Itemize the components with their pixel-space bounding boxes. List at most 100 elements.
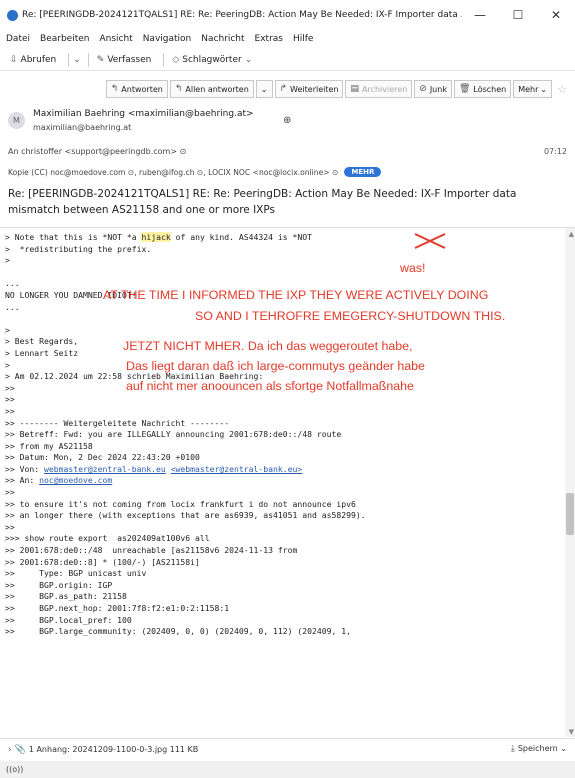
annotation-line: auf nicht mer anoouncen als sfortge Notf… xyxy=(126,379,414,393)
body-line: > xyxy=(5,255,10,266)
scrollbar-thumb[interactable] xyxy=(566,493,574,535)
highlighted-word: hijack xyxy=(141,232,171,242)
save-attachment-button[interactable]: ⤓ Speichern ⌄ xyxy=(511,744,567,754)
scroll-up-icon[interactable]: ▲ xyxy=(569,230,574,238)
sync-icon: ⇩ xyxy=(10,54,18,65)
delete-button[interactable]: 🗑 Löschen xyxy=(453,80,512,98)
avatar: M xyxy=(8,112,25,129)
body-line: >> Datum: Mon, 2 Dec 2024 22:43:20 +0100 xyxy=(5,452,200,463)
archive-button[interactable]: ▤ Archivieren xyxy=(345,80,413,98)
body-line: >> BGP.large_community: (202409, 0, 0) (… xyxy=(5,626,351,637)
body-line: >> BGP.origin: IGP xyxy=(5,579,113,590)
main-toolbar: ⇩ Abrufen ⌄ ✎ Verfassen ◇ Schlagwörter ⌄ xyxy=(0,49,575,71)
body-line: ... xyxy=(5,278,20,289)
body-line: >> xyxy=(5,487,15,498)
more-button[interactable]: Mehr ⌄ xyxy=(513,80,553,98)
body-line: > Best Regards, xyxy=(5,336,79,347)
body-line: >> xyxy=(5,405,15,416)
menu-nachricht[interactable]: Nachricht xyxy=(201,34,244,44)
body-line: > *redistributing the prefix. xyxy=(5,243,152,254)
email-link[interactable]: webmaster@zentral-bank.eu xyxy=(44,464,166,474)
delete-label: Löschen xyxy=(473,84,507,94)
annotation-line: AT THE TIME I INFORMED THE IXP THEY WERE… xyxy=(103,288,489,302)
email-link[interactable]: noc@moedove.com xyxy=(39,475,112,485)
sender-name[interactable]: Maximilian Baehring <maximilian@baehring… xyxy=(33,109,254,119)
sender-block: M Maximilian Baehring <maximilian@baehri… xyxy=(8,106,448,138)
body-line: ... xyxy=(5,301,20,312)
download-icon: ⤓ xyxy=(510,744,515,754)
menu-bar: Datei Bearbeiten Ansicht Navigation Nach… xyxy=(0,31,575,47)
maximize-button[interactable]: ☐ xyxy=(499,0,537,30)
get-messages-button[interactable]: ⇩ Abrufen xyxy=(6,53,60,67)
body-line: >> an longer there (with exceptions that… xyxy=(5,510,366,521)
tags-button[interactable]: ◇ Schlagwörter ⌄ xyxy=(168,53,259,67)
status-bar: ((o)) xyxy=(0,761,575,778)
more-label: Mehr xyxy=(518,84,539,94)
recipient-cc: Kopie (CC) noc@moedove.com ⊙, ruben@ifog… xyxy=(8,166,568,178)
chevron-down-icon: ⌄ xyxy=(244,54,253,65)
body-line: > Lennart Seitz xyxy=(5,347,79,358)
chevron-down-icon[interactable]: ⌄ xyxy=(73,55,81,65)
compose-label: Verfassen xyxy=(107,54,152,65)
scrollbar[interactable]: ▲ ▼ xyxy=(565,228,575,737)
menu-extras[interactable]: Extras xyxy=(255,34,283,44)
paperclip-icon: 📎 xyxy=(14,744,26,755)
body-line: >> An: xyxy=(5,475,40,486)
star-icon[interactable]: ☆ xyxy=(557,83,567,96)
body-line: >> to ensure it's not coming from locix … xyxy=(5,498,356,509)
body-line: > xyxy=(5,324,10,335)
message-body[interactable]: > Note that this is *NOT *a hijack of an… xyxy=(0,227,575,737)
reply-icon: ↰ xyxy=(110,84,119,94)
archive-icon: ▤ xyxy=(350,84,359,94)
body-line: >> 2001:678:de0::/48 unreachable [as2115… xyxy=(5,545,298,556)
body-line: > Note that this is *NOT *a xyxy=(5,232,142,242)
toolbar-divider xyxy=(163,52,165,67)
body-line: >> BGP.next_hop: 2001:7f8:f2:e1:0:2:1158… xyxy=(5,603,230,613)
body-line: >> xyxy=(5,382,15,393)
body-line: >> Von: xyxy=(5,463,44,474)
body-line: >> -------- Weitergeleitete Nachricht --… xyxy=(5,417,230,428)
compose-button[interactable]: ✎ Verfassen xyxy=(93,53,156,67)
title-bar: Re: [PEERINGDB-2024121TQALS1] RE: Re: Pe… xyxy=(0,0,575,30)
attachment-label[interactable]: 1 Anhang: 20241209-1100-0-3.jpg 111 KB xyxy=(29,745,198,754)
recipient-to[interactable]: An christoffer <support@peeringdb.com> ⊙ xyxy=(8,147,568,159)
reply-dropdown-button[interactable]: ⌄ xyxy=(255,80,273,98)
reply-button[interactable]: ↰ Antworten xyxy=(105,80,168,98)
body-line: > xyxy=(5,359,10,370)
minimize-button[interactable]: — xyxy=(461,0,499,30)
body-line: >> BGP.local_pref: 100 xyxy=(5,614,132,625)
message-header-toolbar: ↰ Antworten ↰ Allen antworten ⌄ ↱ Weiter… xyxy=(0,79,575,99)
scroll-down-icon[interactable]: ▼ xyxy=(569,728,574,736)
pencil-icon: ✎ xyxy=(96,54,105,65)
junk-button[interactable]: ⊘ Junk xyxy=(414,80,452,98)
menu-navigation[interactable]: Navigation xyxy=(143,34,192,44)
chevron-right-icon[interactable]: › xyxy=(8,745,12,755)
get-messages-label: Abrufen xyxy=(20,54,57,65)
reply-all-button[interactable]: ↰ Allen antworten xyxy=(169,80,254,98)
menu-hilfe[interactable]: Hilfe xyxy=(293,34,313,44)
reply-all-icon: ↰ xyxy=(174,84,183,94)
email-link[interactable]: <webmaster@zentral-bank.eu> xyxy=(171,464,303,474)
menu-ansicht[interactable]: Ansicht xyxy=(99,34,132,44)
window-title: Re: [PEERINGDB-2024121TQALS1] RE: Re: Pe… xyxy=(22,10,462,20)
cc-recipients[interactable]: Kopie (CC) noc@moedove.com ⊙, ruben@ifog… xyxy=(8,168,338,177)
more-recipients-button[interactable]: MEHR xyxy=(344,167,382,177)
tag-icon: ◇ xyxy=(172,54,180,65)
annotation-line: Das liegt daran daß ich large-commutys g… xyxy=(126,359,425,373)
forward-label: Weiterleiten xyxy=(290,84,339,94)
body-line: >> BGP.as_path: 21158 xyxy=(5,591,127,602)
forward-icon: ↱ xyxy=(279,84,288,94)
junk-label: Junk xyxy=(429,84,447,94)
menu-datei[interactable]: Datei xyxy=(6,34,30,44)
chevron-down-icon: ⌄ xyxy=(260,84,268,94)
reply-all-label: Allen antworten xyxy=(185,84,249,94)
menu-bearbeiten[interactable]: Bearbeiten xyxy=(40,34,89,44)
message-subject: Re: [PEERINGDB-2024121TQALS1] RE: Re: Pe… xyxy=(8,188,517,216)
connection-status-icon: ((o)) xyxy=(6,765,24,774)
close-button[interactable]: ✕ xyxy=(537,0,575,30)
toolbar-divider xyxy=(87,52,89,67)
forward-button[interactable]: ↱ Weiterleiten xyxy=(274,80,344,98)
add-contact-icon[interactable]: ⊕ xyxy=(283,115,291,126)
red-cross-mark xyxy=(414,233,446,249)
reply-label: Antworten xyxy=(121,84,163,94)
